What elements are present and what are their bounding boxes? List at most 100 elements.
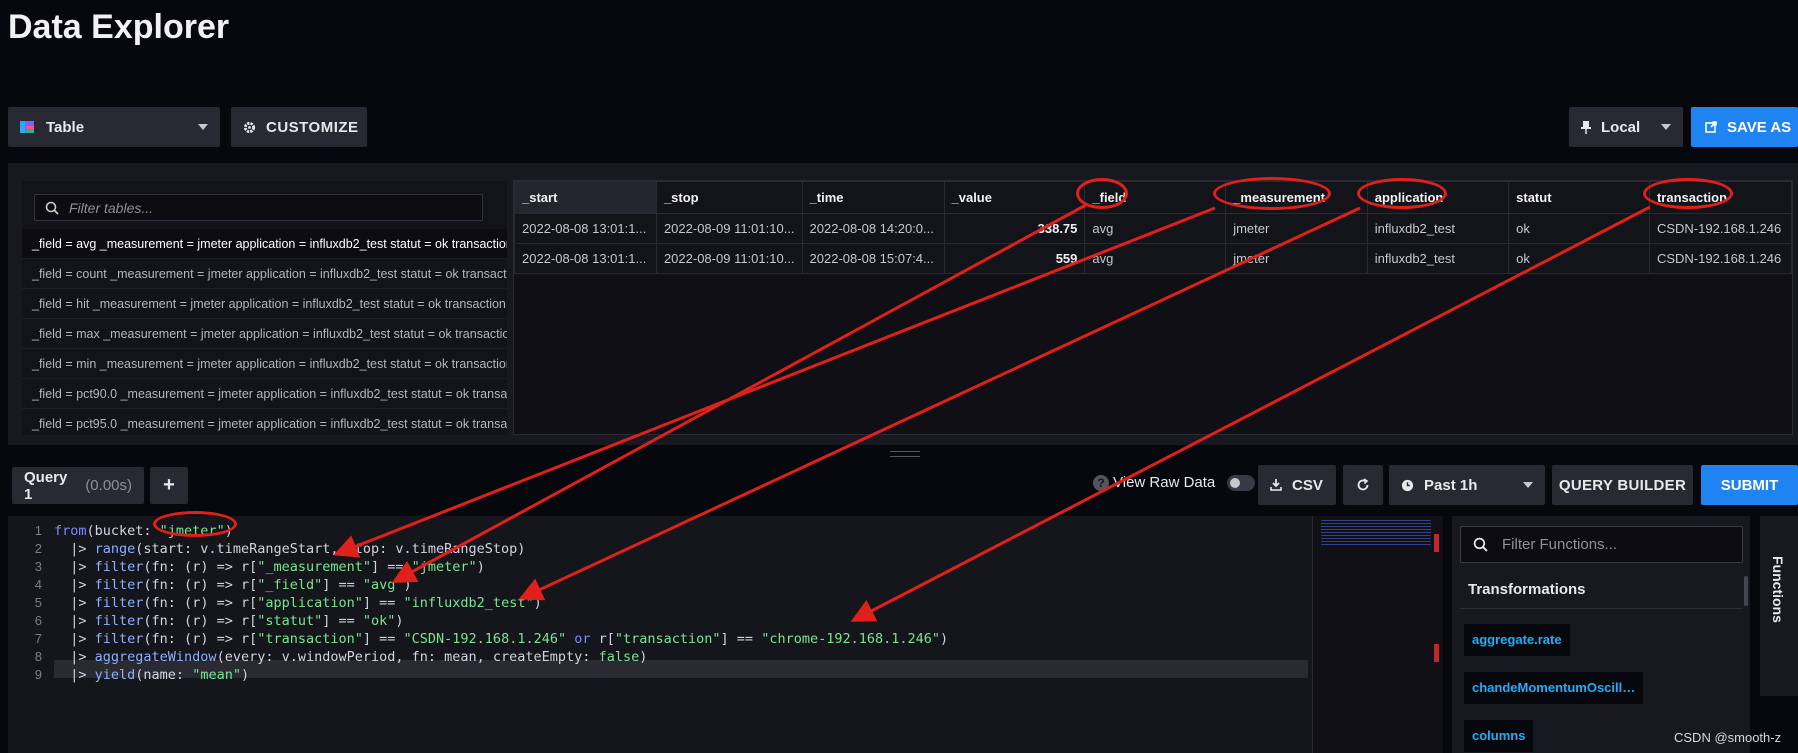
refresh-button[interactable] <box>1343 465 1383 505</box>
table-cell: jmeter <box>1225 243 1368 274</box>
column-header[interactable]: _time <box>801 181 945 214</box>
save-as-label: SAVE AS <box>1727 118 1792 136</box>
column-header[interactable]: _value <box>943 181 1086 214</box>
code-token: (fn: (r) => r[ <box>143 595 258 611</box>
code-token: ) <box>240 667 250 683</box>
add-label: + <box>163 474 175 496</box>
annotation-circle <box>153 511 237 537</box>
chevron-down-icon <box>1661 124 1671 130</box>
search-icon <box>45 201 59 215</box>
code-token: "chrome-192.168.1.246" <box>761 631 940 647</box>
code-token: "statut" <box>257 613 323 629</box>
code-token: filter <box>94 613 144 629</box>
code-token: (fn: (r) => r[ <box>143 559 258 575</box>
code-token: range <box>94 541 136 557</box>
filter-functions-input[interactable] <box>1500 535 1734 554</box>
code-token: |> <box>54 613 95 629</box>
code-token: |> <box>54 667 95 683</box>
code-token: ] == <box>371 559 412 575</box>
table-icon <box>20 121 34 133</box>
add-query-button[interactable]: + <box>150 467 188 504</box>
code-token: ) <box>476 559 485 575</box>
filter-tables-field[interactable] <box>34 194 483 221</box>
panel-resize-handle[interactable] <box>890 451 920 457</box>
flux-query-editor[interactable]: 1 2 3 4 5 6 7 8 9 from(bucket: "jmeter") |> rang… <box>8 516 1312 753</box>
table-list-item[interactable]: _field = min _measurement = jmeter appli… <box>22 349 507 379</box>
column-header[interactable]: _start <box>514 181 657 214</box>
line-number: 9 <box>34 667 42 682</box>
toggle-switch[interactable] <box>1227 474 1256 491</box>
result-table-container: _start _stop _time _value _field _measur… <box>513 180 1793 435</box>
code-token: filter <box>94 577 144 593</box>
code-token: "ok" <box>362 613 396 629</box>
code-token: |> <box>54 541 95 557</box>
code-token: ) <box>403 577 412 593</box>
table-cell: 2022-08-08 13:01:1... <box>514 213 657 244</box>
filter-functions-field[interactable] <box>1460 526 1743 563</box>
chevron-down-icon <box>198 124 208 130</box>
submit-button[interactable]: SUBMIT <box>1701 465 1798 505</box>
code-token: "jmeter" <box>411 559 477 575</box>
code-token: "mean" <box>192 667 241 683</box>
refresh-icon <box>1357 478 1369 491</box>
csv-label: CSV <box>1292 476 1323 494</box>
functions-scrollbar[interactable] <box>1744 576 1748 606</box>
code-token: "influxdb2_test" <box>403 595 534 611</box>
table-cell: ok <box>1508 213 1650 244</box>
query-tab-label: Query 1 <box>24 468 68 503</box>
table-row: 2022-08-08 13:01:1... 2022-08-09 11:01:1… <box>514 243 1793 274</box>
view-raw-data-toggle[interactable]: ? View Raw Data <box>1093 474 1256 491</box>
line-number: 7 <box>34 631 42 646</box>
time-range-dropdown[interactable]: Past 1h <box>1389 465 1545 505</box>
save-as-button[interactable]: SAVE AS <box>1691 107 1798 147</box>
column-header[interactable]: _stop <box>655 181 803 214</box>
code-token: (name: <box>135 667 193 683</box>
timezone-dropdown[interactable]: Local <box>1569 107 1683 147</box>
code-token: ] == <box>362 595 404 611</box>
code-token: ) <box>639 649 648 665</box>
query-tab-time: (0.00s) <box>85 477 132 494</box>
code-token: from <box>54 523 87 539</box>
table-cell: influxdb2_test <box>1366 243 1510 274</box>
code-token: or <box>566 631 599 647</box>
table-cell: 2022-08-09 11:01:10... <box>655 213 803 244</box>
code-token: (fn: (r) => r[ <box>143 631 258 647</box>
csv-button[interactable]: CSV <box>1258 465 1336 505</box>
visualization-type-label: Table <box>46 118 85 136</box>
table-list-item[interactable]: _field = count _measurement = jmeter app… <box>22 259 507 289</box>
code-line: |> filter(fn: (r) => r["_field"] == "avg… <box>54 576 412 594</box>
code-token: (fn: (r) => r[ <box>143 613 258 629</box>
query-builder-button[interactable]: QUERY BUILDER <box>1552 465 1693 505</box>
function-item[interactable]: columns <box>1464 720 1534 752</box>
code-token: "CSDN-192.168.1.246" <box>403 631 567 647</box>
query-builder-label: QUERY BUILDER <box>1558 476 1687 494</box>
annotation-circle <box>1643 178 1733 209</box>
filter-tables-input[interactable] <box>67 198 471 217</box>
results-panel: _field = avg _measurement = jmeter appli… <box>8 163 1798 445</box>
minimap-marker <box>1434 534 1439 552</box>
table-list-item[interactable]: _field = pct90.0 _measurement = jmeter a… <box>22 379 507 409</box>
table-list-item[interactable]: _field = max _measurement = jmeter appli… <box>22 319 507 349</box>
code-token: r[ <box>598 631 615 647</box>
function-item[interactable]: chandeMomentumOscill… <box>1464 672 1644 704</box>
help-icon: ? <box>1093 474 1109 491</box>
time-range-label: Past 1h <box>1424 476 1478 494</box>
functions-tab[interactable]: Functions <box>1760 516 1798 696</box>
code-token: "application" <box>257 595 363 611</box>
editor-minimap[interactable] <box>1312 516 1443 753</box>
function-item[interactable]: aggregate.rate <box>1464 624 1570 656</box>
code-token: filter <box>94 631 144 647</box>
table-list-item[interactable]: _field = pct95.0 _measurement = jmeter a… <box>22 409 507 435</box>
table-cell: 2022-08-09 11:01:10... <box>655 243 803 274</box>
table-sidebar: _field = avg _measurement = jmeter appli… <box>22 181 507 435</box>
code-token: |> <box>54 649 95 665</box>
code-line: |> filter(fn: (r) => r["_measurement"] =… <box>54 558 485 576</box>
table-list-item[interactable]: _field = avg _measurement = jmeter appli… <box>22 229 507 259</box>
customize-button[interactable]: CUSTOMIZE <box>231 107 367 147</box>
query-tab[interactable]: Query 1 (0.00s) <box>12 467 144 504</box>
column-header[interactable]: statut <box>1508 181 1650 214</box>
table-list-item[interactable]: _field = hit _measurement = jmeter appli… <box>22 289 507 319</box>
visualization-type-dropdown[interactable]: Table <box>8 107 220 147</box>
line-number: 8 <box>34 649 42 664</box>
code-token: (bucket: <box>86 523 160 539</box>
